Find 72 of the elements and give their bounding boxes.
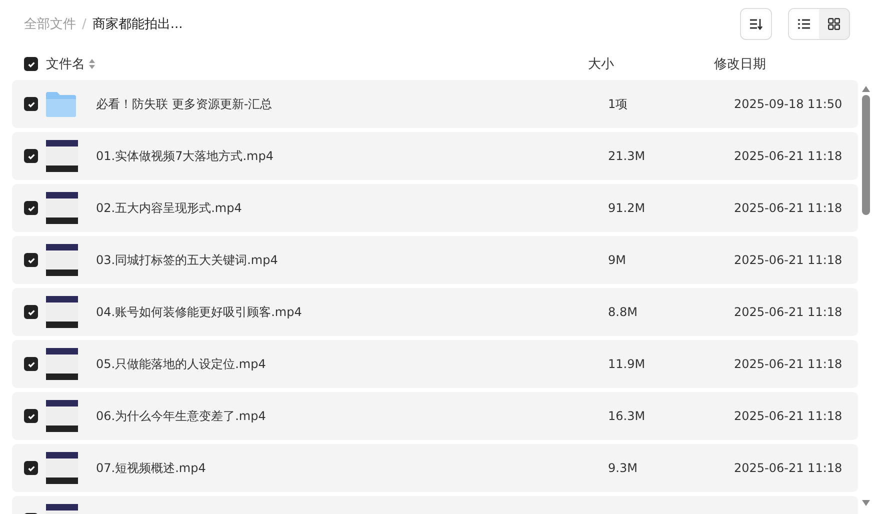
file-size: 1项 [608,96,629,112]
modified-date: 2025-09-18 11:50 [734,97,844,111]
column-header[interactable]: 大小 [588,55,714,73]
modified-date: 2025-06-21 11:18 [734,253,844,267]
file-name[interactable]: 05.只做能落地的人设定位.mp4 [96,356,608,372]
list-icon [798,19,810,29]
checkmark-icon [26,412,36,420]
sort-icon[interactable] [89,59,95,69]
video-thumbnail [46,244,78,276]
file-size: 11.9M [608,357,646,371]
scroll-down-icon[interactable] [862,500,870,506]
file-row[interactable]: 04.账号如何装修能更好吸引顾客.mp4 8.8M 2025-06-21 11:18 [12,288,858,336]
breadcrumb-item[interactable]: 商家都能拍出... [92,15,183,33]
file-size: 8.8M [608,305,638,319]
checkmark-icon [26,256,36,264]
modified-date: 2025-06-21 11:18 [734,409,844,423]
checkmark-icon [26,308,36,316]
file-row[interactable]: 01.实体做视频7大落地方式.mp4 21.3M 2025-06-21 11:18 [12,132,858,180]
file-row[interactable]: 07.短视频概述.mp4 9.3M 2025-06-21 11:18 [12,444,858,492]
modified-date: 2025-06-21 11:18 [734,149,844,163]
file-name[interactable]: 03.同城打标签的五大关键词.mp4 [96,252,608,268]
checkbox[interactable] [24,149,38,163]
video-thumbnail [46,296,78,328]
checkmark-icon [26,100,36,108]
column-header[interactable]: 文件名 [46,55,85,73]
video-thumbnail [46,452,78,484]
file-size: 16.3M [608,409,646,423]
checkbox[interactable] [24,57,38,71]
checkbox[interactable] [24,461,38,475]
checkbox[interactable] [24,253,38,267]
file-size: 9M [608,253,627,267]
folder-icon [46,91,76,117]
checkbox[interactable] [24,357,38,371]
checkmark-icon [26,360,36,368]
file-row[interactable]: 06.为什么今年生意变差了.mp4 16.3M 2025-06-21 11:18 [12,392,858,440]
checkmark-icon [26,204,36,212]
file-row[interactable]: 05.只做能落地的人设定位.mp4 11.9M 2025-06-21 11:18 [12,340,858,388]
file-name[interactable]: 04.账号如何装修能更好吸引顾客.mp4 [96,304,608,320]
modified-date: 2025-06-21 11:18 [734,201,844,215]
file-name[interactable]: 06.为什么今年生意变差了.mp4 [96,408,608,424]
file-name[interactable]: 01.实体做视频7大落地方式.mp4 [96,148,608,164]
file-size: 9.3M [608,461,638,475]
file-name[interactable]: 必看！防失联 更多资源更新-汇总 [96,96,608,112]
file-name[interactable]: 07.短视频概述.mp4 [96,460,608,476]
scrollbar-thumb[interactable] [862,95,870,215]
file-name[interactable]: 02.五大内容呈现形式.mp4 [96,200,608,216]
checkbox[interactable] [24,97,38,111]
checkbox[interactable] [24,409,38,423]
modified-date: 2025-06-21 11:18 [734,461,844,475]
sort-button[interactable] [740,8,772,40]
checkmark-icon [26,464,36,472]
column-header[interactable]: 修改日期 [714,55,850,73]
file-size: 21.3M [608,149,646,163]
modified-date: 2025-06-21 11:18 [734,305,844,319]
sort-icon [749,18,763,30]
grid-view-button[interactable] [819,9,849,39]
checkmark-icon [26,152,36,160]
checkbox[interactable] [24,305,38,319]
checkbox[interactable] [24,201,38,215]
modified-date: 2025-06-21 11:18 [734,357,844,371]
breadcrumb-separator: / [82,16,86,32]
file-size: 91.2M [608,201,646,215]
checkmark-icon [26,60,36,68]
file-row[interactable]: 03.同城打标签的五大关键词.mp4 9M 2025-06-21 11:18 [12,236,858,284]
video-thumbnail [46,192,78,224]
file-row[interactable]: 02.五大内容呈现形式.mp4 91.2M 2025-06-21 11:18 [12,184,858,232]
video-thumbnail [46,140,78,172]
file-row[interactable]: 必看！防失联 更多资源更新-汇总 1项 2025-09-18 11:50 [12,80,858,128]
scroll-up-icon[interactable] [862,86,870,92]
video-thumbnail [46,348,78,380]
video-thumbnail [46,400,78,432]
grid-icon [828,18,840,30]
